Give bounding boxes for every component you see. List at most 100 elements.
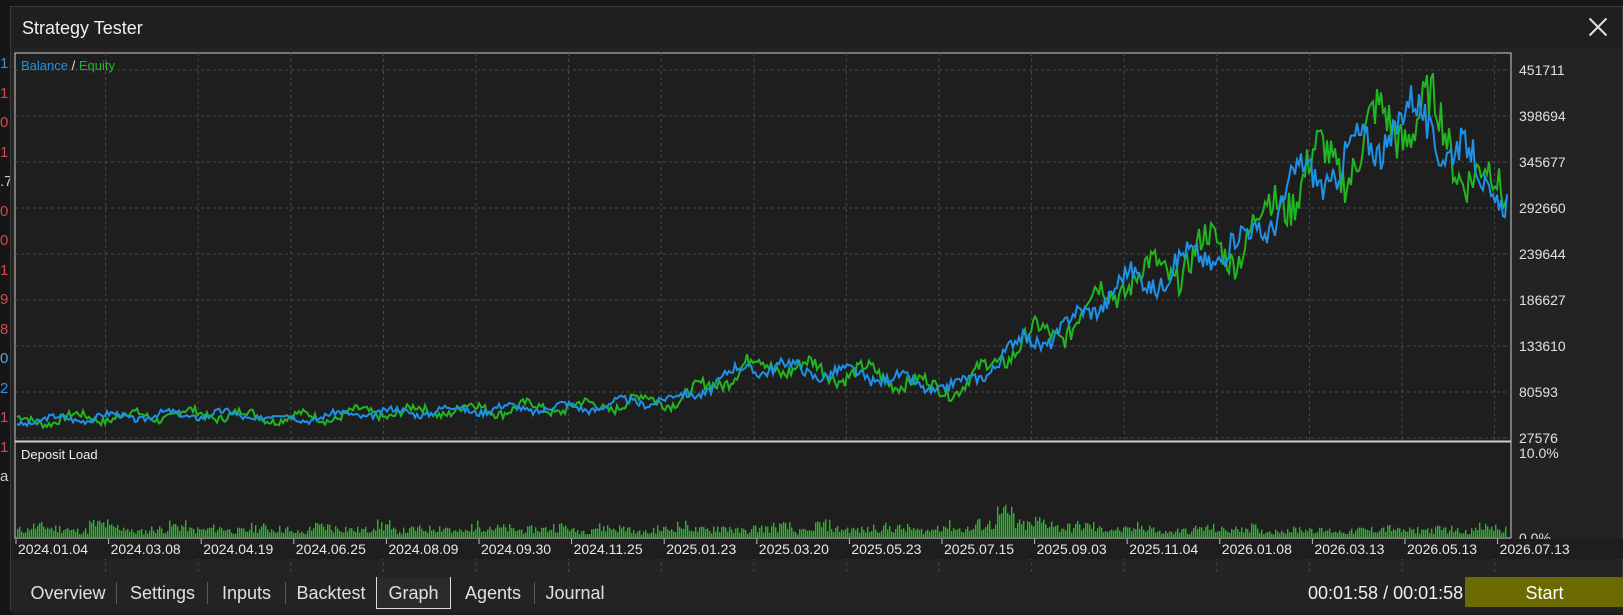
deposit-bar	[849, 532, 851, 537]
deposit-bar	[315, 522, 317, 537]
tab-agents[interactable]: Agents	[452, 577, 534, 609]
deposit-bar	[1307, 531, 1309, 537]
deposit-bar	[1199, 527, 1201, 537]
deposit-bar	[1099, 525, 1101, 537]
deposit-bar	[1051, 521, 1053, 537]
tab-inputs[interactable]: Inputs	[208, 577, 285, 609]
deposit-bar	[1365, 529, 1367, 537]
deposit-bar	[399, 531, 401, 537]
deposit-bar	[1435, 526, 1437, 537]
deposit-bar	[733, 532, 735, 537]
deposit-bar	[659, 530, 661, 537]
legend-separator: /	[68, 58, 79, 73]
deposit-bar	[523, 533, 525, 537]
deposit-bar	[509, 524, 511, 537]
deposit-bar	[1287, 528, 1289, 537]
deposit-bar	[1059, 531, 1061, 537]
deposit-bar	[163, 533, 165, 537]
start-button[interactable]: Start	[1465, 577, 1623, 607]
deposit-bar	[1053, 527, 1055, 537]
deposit-bar	[1175, 531, 1177, 537]
deposit-bar	[723, 526, 725, 537]
deposit-bar	[1297, 532, 1299, 537]
deposit-bar	[1427, 528, 1429, 537]
deposit-bar	[647, 533, 649, 537]
deposit-bar	[679, 527, 681, 537]
deposit-bar	[587, 534, 589, 537]
deposit-bar	[1405, 531, 1407, 537]
x-tick-label: 2024.11.25	[574, 541, 643, 557]
tab-backtest[interactable]: Backtest	[286, 577, 376, 609]
deposit-bar	[149, 530, 151, 537]
deposit-bar	[793, 531, 795, 537]
deposit-bar	[1009, 515, 1011, 537]
deposit-bar	[1211, 529, 1213, 537]
deposit-bar	[701, 526, 703, 537]
deposit-bar	[1429, 533, 1431, 537]
deposit-bar	[1459, 532, 1461, 537]
deposit-bar	[65, 529, 67, 537]
deposit-bar	[615, 530, 617, 537]
deposit-bar	[411, 526, 413, 537]
deposit-bar	[1373, 532, 1375, 537]
deposit-bar	[1269, 531, 1271, 537]
deposit-bar	[765, 526, 767, 537]
deposit-bar	[1495, 524, 1497, 537]
deposit-bar	[977, 519, 979, 537]
deposit-bar	[307, 530, 309, 537]
deposit-bar	[661, 531, 663, 537]
deposit-bar	[863, 529, 865, 537]
deposit-bar	[1351, 528, 1353, 537]
deposit-bar	[643, 531, 645, 537]
deposit-bar	[1031, 524, 1033, 537]
deposit-bar	[277, 532, 279, 537]
deposit-bar	[537, 530, 539, 537]
deposit-bar	[1403, 529, 1405, 537]
deposit-bar	[1039, 517, 1041, 537]
deposit-bar	[1437, 525, 1439, 537]
deposit-bar	[73, 529, 75, 537]
deposit-bar	[1167, 533, 1169, 537]
deposit-bar	[1491, 526, 1493, 537]
deposit-bar	[541, 527, 543, 537]
deposit-bar	[633, 530, 635, 537]
deposit-bar	[1021, 524, 1023, 537]
deposit-bar	[85, 528, 87, 537]
deposit-bar	[873, 524, 875, 537]
deposit-bar	[967, 526, 969, 537]
deposit-bar	[487, 529, 489, 537]
tab-journal[interactable]: Journal	[535, 577, 615, 609]
deposit-bar	[929, 531, 931, 537]
deposit-bar	[1263, 534, 1265, 537]
x-tick-label: 2026.03.13	[1314, 541, 1384, 557]
deposit-bar	[1143, 529, 1145, 537]
deposit-bar	[213, 524, 215, 537]
deposit-bar	[607, 525, 609, 537]
tab-graph[interactable]: Graph	[376, 577, 451, 609]
tab-settings[interactable]: Settings	[117, 577, 208, 609]
deposit-bar	[19, 526, 21, 537]
deposit-bar	[115, 527, 117, 537]
deposit-bar	[639, 530, 641, 537]
deposit-bar	[233, 533, 235, 537]
deposit-bar	[337, 528, 339, 537]
deposit-bar	[1159, 530, 1161, 537]
deposit-bar	[1107, 531, 1109, 537]
deposit-bar	[655, 533, 657, 537]
elapsed-timer: 00:01:58 / 00:01:58	[1308, 583, 1464, 603]
deposit-bar	[719, 532, 721, 537]
deposit-load-panel: Deposit Load 10.0%0.0%	[14, 441, 1559, 546]
deposit-bar	[703, 526, 705, 537]
tab-overview[interactable]: Overview	[16, 577, 120, 609]
deposit-bar	[479, 527, 481, 537]
deposit-bar	[1121, 531, 1123, 537]
deposit-bar	[1367, 529, 1369, 537]
deposit-bar	[649, 533, 651, 537]
deposit-bar	[473, 531, 475, 537]
deposit-bar	[469, 531, 471, 537]
deposit-bar	[531, 525, 533, 537]
deposit-bar	[177, 526, 179, 537]
deposit-bar	[955, 529, 957, 537]
deposit-bar	[529, 526, 531, 537]
deposit-bar	[821, 527, 823, 537]
